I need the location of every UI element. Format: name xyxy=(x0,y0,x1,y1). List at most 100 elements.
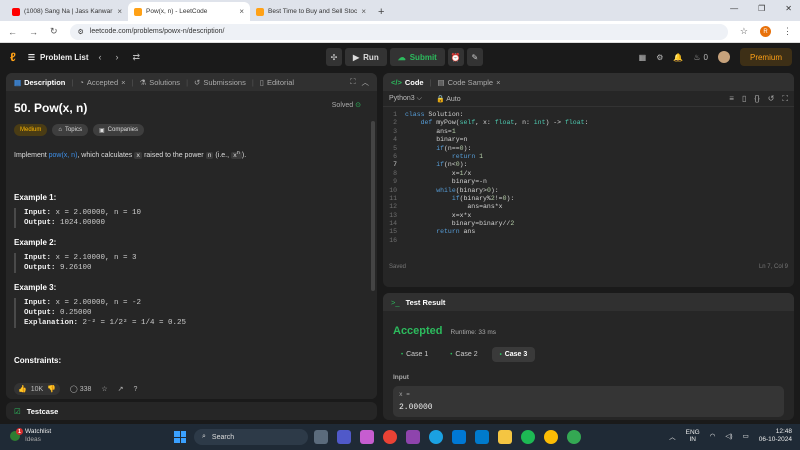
expand-icon[interactable]: ⛶ xyxy=(350,77,355,87)
next-problem-icon[interactable]: › xyxy=(116,52,119,63)
thumbs-up-icon[interactable]: 👍 xyxy=(18,385,27,393)
comments-button[interactable]: ◯ 338 xyxy=(70,385,91,393)
fullscreen-icon[interactable]: ⛶ xyxy=(782,94,788,104)
chrome-icon[interactable] xyxy=(383,430,397,444)
reload-icon[interactable]: ↻ xyxy=(50,26,58,37)
url-input[interactable]: ⚙ leetcode.com/problems/powx-n/descripti… xyxy=(69,23,728,40)
code-line[interactable]: 2 def myPow(self, x: float, n: int) -> f… xyxy=(383,119,794,127)
taskbar-search[interactable]: ⌕ Search xyxy=(194,429,308,445)
bookmark-icon[interactable]: ▯ xyxy=(742,94,746,104)
braces-icon[interactable]: {} xyxy=(754,94,759,104)
notifications-icon[interactable]: 🔔 xyxy=(673,53,683,62)
language-select[interactable]: Python3 ⌵ xyxy=(389,95,422,103)
tab-code-sample[interactable]: ▤ Code Sample × xyxy=(438,78,501,87)
teams-icon[interactable] xyxy=(337,430,351,444)
code-line[interactable]: 3 ans=1 xyxy=(383,128,794,136)
streak-counter[interactable]: ♨ 0 xyxy=(693,53,708,62)
browser-tab-leetcode[interactable]: Pow(x, n) - LeetCode × xyxy=(128,2,250,21)
difficulty-badge[interactable]: Medium xyxy=(14,124,48,136)
code-line[interactable]: 10 while(binary>0): xyxy=(383,187,794,195)
tab-editorial[interactable]: ▯ Editorial xyxy=(260,78,294,87)
pow-link[interactable]: pow(x, n) xyxy=(49,152,78,159)
wifi-icon[interactable]: ◠ xyxy=(710,432,716,440)
code-line[interactable]: 12 ans=ans*x xyxy=(383,203,794,211)
spotify-icon[interactable] xyxy=(521,430,535,444)
code-line[interactable]: 1 class Solution: xyxy=(383,111,794,119)
code-line[interactable]: 6 return 1 xyxy=(383,153,794,161)
companies-tag[interactable]: ▣ Companies xyxy=(92,124,145,136)
close-icon[interactable]: × xyxy=(496,78,500,87)
leetcode-logo-icon[interactable]: ℓ xyxy=(10,50,16,64)
volume-icon[interactable]: ◁) xyxy=(725,432,732,440)
settings-icon[interactable]: ⚙ xyxy=(656,53,663,62)
topics-tag[interactable]: ⌂ Topics xyxy=(52,124,88,136)
close-icon[interactable]: × xyxy=(121,78,125,87)
collapse-icon[interactable]: ︿ xyxy=(362,77,370,88)
thumbs-down-icon[interactable]: 👎 xyxy=(47,385,56,393)
forward-icon[interactable]: → xyxy=(29,27,38,37)
code-line[interactable]: 9 binary=-n xyxy=(383,178,794,186)
prev-problem-icon[interactable]: ‹ xyxy=(99,52,102,63)
clock[interactable]: 12:48 06-10-2024 xyxy=(759,428,792,444)
back-icon[interactable]: ← xyxy=(8,27,17,37)
favorite-star-icon[interactable]: ☆ xyxy=(101,385,107,393)
code-line[interactable]: 15 return ans xyxy=(383,228,794,236)
tab-code[interactable]: </> Code xyxy=(391,78,424,87)
description-scrollbar[interactable] xyxy=(371,121,375,291)
battery-icon[interactable]: ▭ xyxy=(743,432,749,440)
task-view-icon[interactable] xyxy=(314,430,328,444)
minimize-icon[interactable]: — xyxy=(730,4,738,13)
code-line[interactable]: 16 xyxy=(383,237,794,245)
copilot-icon[interactable] xyxy=(360,430,374,444)
code-line[interactable]: 13 x=x*x xyxy=(383,212,794,220)
problem-list-button[interactable]: ☰ Problem List xyxy=(28,53,89,62)
auto-mode[interactable]: 🔒 Auto xyxy=(436,95,461,103)
outlook-icon[interactable] xyxy=(452,430,466,444)
timer-icon[interactable]: ⏰ xyxy=(447,48,464,66)
close-tab-icon[interactable]: × xyxy=(361,7,366,16)
share-icon[interactable]: ↗ xyxy=(118,385,124,393)
browser-tab-stock[interactable]: Best Time to Buy and Sell Stock × xyxy=(250,2,372,21)
layout-grid-icon[interactable]: ▦ xyxy=(639,53,647,62)
debug-icon[interactable]: ✣ xyxy=(326,48,342,66)
tab-description[interactable]: ▤ Description xyxy=(14,78,65,87)
close-tab-icon[interactable]: × xyxy=(239,7,244,16)
testcase-panel[interactable]: ☑ Testcase xyxy=(6,402,377,420)
widgets-button[interactable]: 1 Watchlist Ideas xyxy=(10,428,51,444)
file-explorer-icon[interactable] xyxy=(498,430,512,444)
maximize-icon[interactable]: ❐ xyxy=(758,4,765,13)
menu-icon[interactable]: ⋮ xyxy=(783,26,792,37)
language-indicator[interactable]: ENG IN xyxy=(686,429,700,444)
media-icon[interactable] xyxy=(406,430,420,444)
browser-tab-youtube[interactable]: (1008) Sang Na | Jass Kanwar | × xyxy=(6,2,128,21)
reset-icon[interactable]: ↺ xyxy=(768,94,775,104)
tab-submissions[interactable]: ↺ Submissions xyxy=(194,78,246,87)
windows-start-icon[interactable] xyxy=(174,431,186,443)
code-line[interactable]: 5 if(n==0): xyxy=(383,145,794,153)
user-avatar[interactable] xyxy=(717,51,730,63)
format-icon[interactable]: ≡ xyxy=(729,94,734,104)
chrome-alt-icon[interactable] xyxy=(567,430,581,444)
code-editor[interactable]: 1 class Solution: 2 def myPow(self, x: flo… xyxy=(383,107,794,275)
close-tab-icon[interactable]: × xyxy=(117,7,122,16)
profile-avatar[interactable]: R xyxy=(760,26,771,37)
notes-icon[interactable]: ✎ xyxy=(466,48,483,66)
tray-expand-icon[interactable]: ︿ xyxy=(669,431,676,441)
vscode-icon[interactable] xyxy=(475,430,489,444)
new-tab-button[interactable]: + xyxy=(372,2,390,21)
bookmark-star-icon[interactable]: ☆ xyxy=(740,26,748,37)
submit-button[interactable]: ☁ Submit xyxy=(389,48,445,66)
tab-solutions[interactable]: ⚗ Solutions xyxy=(139,78,180,87)
shuffle-icon[interactable]: ⇄ xyxy=(133,52,141,63)
chrome-profile-icon[interactable] xyxy=(544,430,558,444)
code-line[interactable]: 8 x=1/x xyxy=(383,170,794,178)
case-tab-1[interactable]: • Case 1 xyxy=(393,347,436,362)
code-line[interactable]: 4 binary=n xyxy=(383,136,794,144)
code-line[interactable]: 14 binary=binary//2 xyxy=(383,220,794,228)
close-window-icon[interactable]: ✕ xyxy=(785,4,792,13)
case-tab-2[interactable]: • Case 2 xyxy=(442,347,485,362)
premium-button[interactable]: Premium xyxy=(739,48,792,66)
code-line[interactable]: 7 if(n<0): xyxy=(383,161,794,169)
tab-accepted[interactable]: ◔ Accepted × xyxy=(79,78,125,87)
edge-icon[interactable] xyxy=(429,430,443,444)
